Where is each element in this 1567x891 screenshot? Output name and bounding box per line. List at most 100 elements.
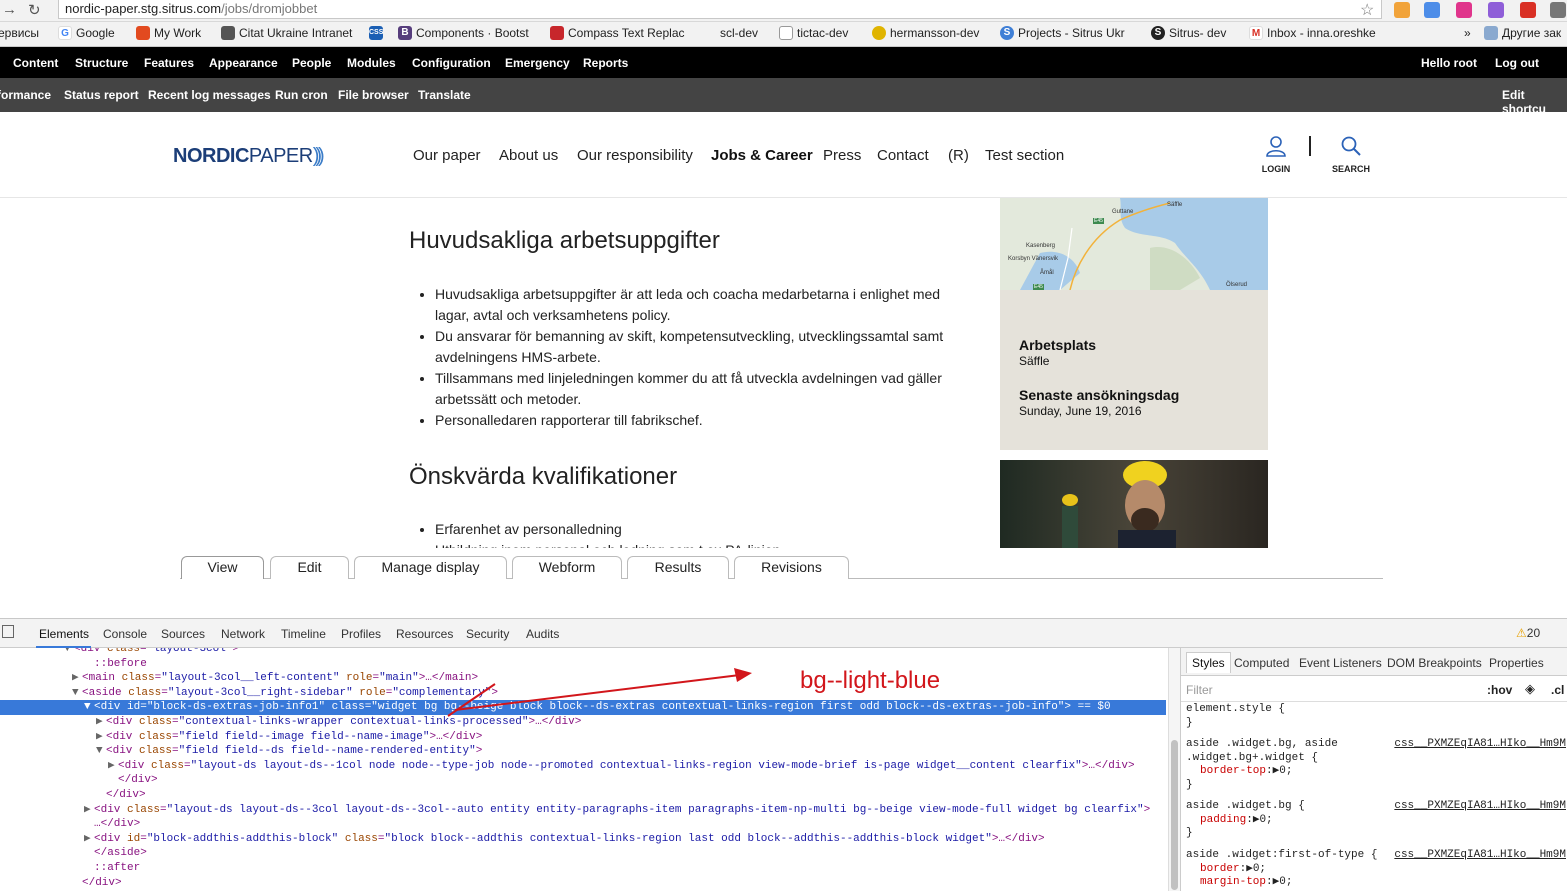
css-source-link[interactable]: css__PXMZEqIA81…HIko__Hm9M [1394, 849, 1566, 863]
expand-toggle-icon[interactable]: ▶ [108, 759, 118, 774]
css-rule[interactable]: aside .widget.bg {css__PXMZEqIA81…HIko__… [1186, 800, 1566, 841]
dom-node-line[interactable]: ▶ <div class="layout-ds layout-ds--1col n… [0, 759, 1166, 774]
menu-icon[interactable] [1550, 2, 1566, 18]
bookmark-item[interactable]: G Google [58, 26, 115, 40]
bookmark-item[interactable]: Citat Ukraine Intranet [221, 26, 352, 40]
cls-toggle[interactable]: .cl [1551, 683, 1564, 697]
styles-tab-event-listeners[interactable]: Event Listeners [1299, 656, 1382, 670]
dom-node-line[interactable]: ▼ <div class="field field--ds field--name… [0, 744, 1166, 759]
tab-webform[interactable]: Webform [512, 556, 622, 579]
dock-side-icon[interactable] [2, 625, 14, 638]
dom-node-line[interactable]: </div> [0, 773, 1166, 788]
tab-manage-display[interactable]: Manage display [354, 556, 507, 579]
admin-menu-emergency[interactable]: Emergency [505, 56, 570, 70]
styles-tab-computed[interactable]: Computed [1234, 656, 1289, 670]
dom-node-line[interactable]: ▼ <aside class="layout-3col__right-sideba… [0, 686, 1166, 701]
admin-menu-appearance[interactable]: Appearance [209, 56, 278, 70]
shortcut-translate[interactable]: Translate [418, 88, 471, 102]
dom-node-line[interactable]: ▶ <div class="field field--image field--n… [0, 730, 1166, 745]
expand-toggle-icon[interactable]: ▼ [96, 744, 106, 759]
nav-our-responsibility[interactable]: Our responsibility [577, 147, 693, 164]
bookmark-item[interactable]: tictac-dev [779, 26, 848, 40]
extension-icon-3[interactable] [1456, 2, 1472, 18]
shortcut-run-cron[interactable]: Run cron [275, 88, 328, 102]
bookmark-star-icon[interactable]: ☆ [1360, 0, 1374, 20]
expand-toggle-icon[interactable]: ▼ [84, 700, 94, 715]
dom-node-line[interactable]: </aside> [0, 846, 1166, 861]
devtools-tab-elements[interactable]: Elements [39, 627, 89, 641]
bookmark-item[interactable]: B Components · Bootst [398, 26, 529, 40]
tab-edit[interactable]: Edit [270, 556, 349, 579]
admin-menu-people[interactable]: People [292, 56, 331, 70]
warnings-counter[interactable]: ⚠20 [1516, 626, 1540, 640]
devtools-tab-profiles[interactable]: Profiles [341, 627, 381, 641]
nordic-paper-logo[interactable]: NORDICPAPER))) [173, 145, 325, 168]
styles-tab-properties[interactable]: Properties [1489, 656, 1544, 670]
css-property[interactable]: border-top:▶0; [1186, 765, 1566, 779]
dom-node-line[interactable]: ▶ <div class="contextual-links-wrapper co… [0, 715, 1166, 730]
expand-toggle-icon[interactable]: ▼ [72, 686, 82, 701]
nav-r[interactable]: (R) [948, 147, 969, 164]
search-button[interactable]: SEARCH [1331, 135, 1371, 174]
location-map[interactable]: Säffle Guttane Kasenberg Korsbyn Vänersv… [1000, 198, 1268, 290]
css-property[interactable]: border:▶0; [1186, 863, 1566, 877]
bookmark-item[interactable]: scl-dev [720, 26, 758, 40]
logout-link[interactable]: Log out [1495, 56, 1539, 70]
bookmark-item[interactable]: ервисы [0, 26, 39, 40]
bookmark-item[interactable]: CSS [369, 26, 383, 40]
dom-node-line[interactable]: </div> [0, 876, 1166, 891]
nav-press[interactable]: Press [823, 147, 861, 164]
css-property[interactable]: padding:▶0; [1186, 814, 1566, 828]
bookmark-item[interactable]: M Inbox - inna.oreshke [1249, 26, 1376, 40]
dom-node-line[interactable]: ▶ <main class="layout-3col__left-content"… [0, 671, 1166, 686]
expand-toggle-icon[interactable]: ▶ [96, 715, 106, 730]
nav-jobs-career[interactable]: Jobs & Career [711, 147, 813, 164]
nav-our-paper[interactable]: Our paper [413, 147, 481, 164]
bookmark-item[interactable]: Compass Text Replac [550, 26, 685, 40]
nav-contact[interactable]: Contact [877, 147, 929, 164]
devtools-tab-sources[interactable]: Sources [161, 627, 205, 641]
admin-menu-configuration[interactable]: Configuration [412, 56, 491, 70]
css-rule[interactable]: aside .widget:first-of-type {css__PXMZEq… [1186, 849, 1566, 890]
dom-node-line[interactable]: </div> [0, 788, 1166, 803]
css-source-link[interactable]: css__PXMZEqIA81…HIko__Hm9M [1394, 800, 1566, 814]
dom-node-line[interactable]: ::after [0, 861, 1166, 876]
admin-menu-modules[interactable]: Modules [347, 56, 396, 70]
css-rule[interactable]: element.style {} [1186, 703, 1566, 730]
login-button[interactable]: LOGIN [1256, 135, 1296, 174]
new-rule-icon[interactable]: ◈ [1525, 681, 1535, 697]
admin-menu-content[interactable]: Content [13, 56, 58, 70]
devtools-tab-resources[interactable]: Resources [396, 627, 453, 641]
styles-filter-input[interactable]: Filter [1186, 683, 1213, 697]
nav-test-section[interactable]: Test section [985, 147, 1064, 164]
css-property[interactable]: margin-top:▶0; [1186, 876, 1566, 890]
devtools-tab-timeline[interactable]: Timeline [281, 627, 326, 641]
shortcut-file-browser[interactable]: File browser [338, 88, 409, 102]
extension-icon-4[interactable] [1488, 2, 1504, 18]
address-field[interactable]: nordic-paper.stg.sitrus.com/jobs/dromjob… [58, 0, 1382, 19]
devtools-tab-network[interactable]: Network [221, 627, 265, 641]
extension-icon-1[interactable] [1394, 2, 1410, 18]
dom-node-line[interactable]: ▶ <div id="block-addthis-addthis-block" c… [0, 832, 1166, 847]
hov-toggle[interactable]: :hov [1487, 683, 1512, 697]
back-icon[interactable]: → [2, 1, 17, 18]
css-rule[interactable]: aside .widget.bg, aside .widget.bg+.widg… [1186, 738, 1566, 792]
dom-node-line[interactable]: ::before [0, 657, 1166, 672]
expand-toggle-icon[interactable]: ▼ [64, 648, 74, 657]
bookmarks-overflow[interactable]: » [1464, 26, 1471, 40]
selected-dom-node[interactable]: ▼ <div id="block-ds-extras-job-info1" cla… [0, 700, 1166, 715]
expand-toggle-icon[interactable]: ▶ [84, 832, 94, 847]
shortcut-recent-log[interactable]: Recent log messages [148, 88, 271, 102]
dom-node-line[interactable]: ▶ <div class="layout-ds layout-ds--3col l… [0, 803, 1166, 818]
devtools-tab-console[interactable]: Console [103, 627, 147, 641]
hello-user[interactable]: Hello root [1421, 56, 1477, 70]
extension-icon-2[interactable] [1424, 2, 1440, 18]
shortcut-performance[interactable]: formance [0, 88, 51, 102]
expand-toggle-icon[interactable]: ▶ [72, 671, 82, 686]
bookmark-item[interactable]: hermansson-dev [872, 26, 979, 40]
devtools-tab-audits[interactable]: Audits [526, 627, 559, 641]
admin-menu-features[interactable]: Features [144, 56, 194, 70]
expand-toggle-icon[interactable]: ▶ [84, 803, 94, 818]
nav-about-us[interactable]: About us [499, 147, 558, 164]
tab-revisions[interactable]: Revisions [734, 556, 849, 579]
